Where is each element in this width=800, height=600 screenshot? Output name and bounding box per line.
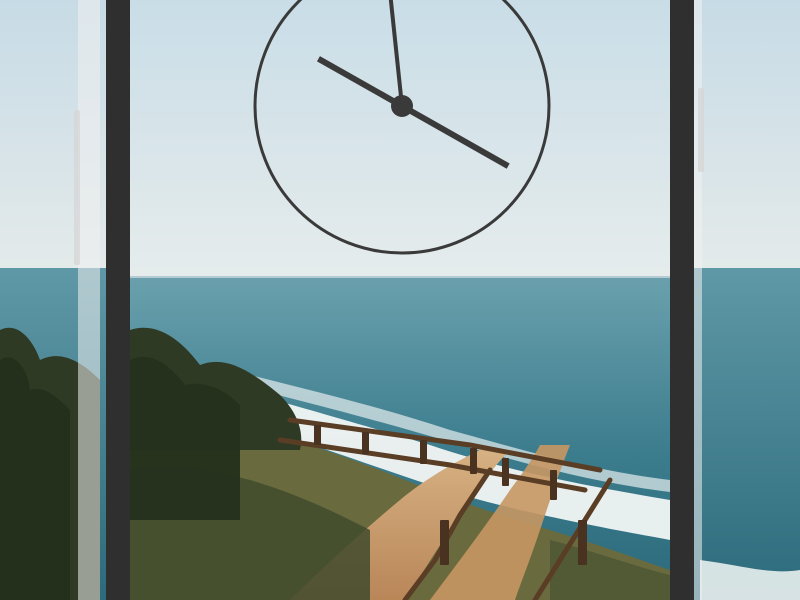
- phone-bezel-right: [670, 0, 694, 600]
- clock-center-pin: [391, 95, 413, 117]
- clock-face: [253, 0, 551, 255]
- left-device-edge: [78, 0, 100, 600]
- minute-hand: [388, 0, 404, 107]
- phone-bezel-left: [106, 0, 130, 600]
- phone-device: [100, 0, 700, 600]
- hour-hand-tail: [316, 56, 404, 109]
- lock-screen[interactable]: [130, 0, 670, 600]
- hour-hand: [400, 103, 510, 169]
- left-side-button[interactable]: [74, 110, 80, 265]
- analog-clock[interactable]: [252, 0, 552, 256]
